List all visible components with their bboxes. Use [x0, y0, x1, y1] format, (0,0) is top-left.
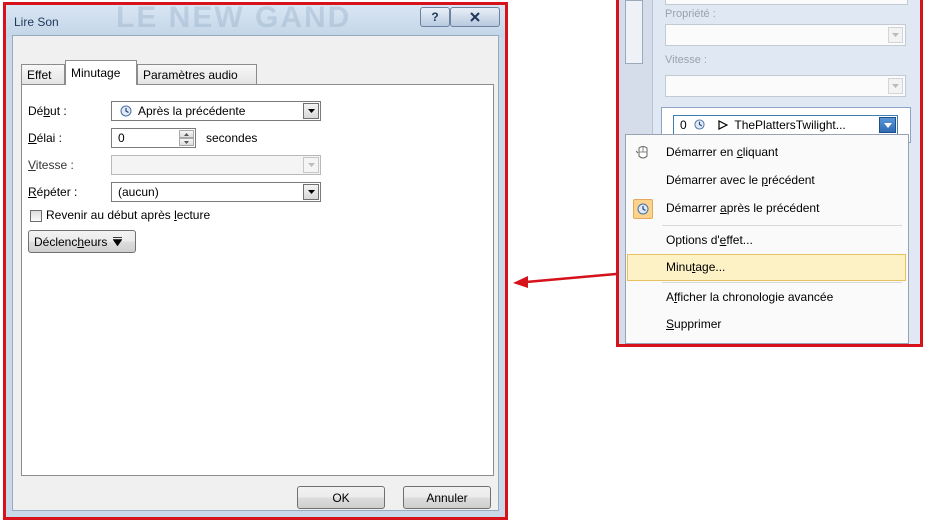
- top-combo-remnant: [665, 0, 908, 5]
- dialog-title: Lire Son: [14, 15, 59, 29]
- menu-separator: [662, 282, 902, 283]
- delay-input[interactable]: 0: [111, 128, 196, 148]
- menu-item-remove[interactable]: Supprimer: [627, 311, 906, 338]
- repeat-value: (aucun): [118, 185, 159, 199]
- tab-effet[interactable]: Effet: [21, 64, 65, 84]
- property-dropdown-button[interactable]: [888, 27, 903, 43]
- menu-item-label: Démarrer après le précédent: [666, 201, 820, 215]
- ok-label: OK: [332, 490, 350, 505]
- cancel-button[interactable]: Annuler: [403, 486, 491, 509]
- speed-dropdown-button[interactable]: [303, 157, 319, 173]
- title-watermark: LE NEW GAND: [116, 1, 352, 34]
- mouse-icon: [633, 143, 653, 163]
- start-dropdown-button[interactable]: [303, 103, 319, 119]
- speed-pane-dropdown-button[interactable]: [888, 78, 903, 94]
- spin-down-button[interactable]: [179, 138, 194, 146]
- menu-separator: [662, 225, 902, 226]
- triggers-button[interactable]: Déclencheurs: [28, 230, 136, 253]
- start-label: Début :: [28, 104, 67, 118]
- menu-item-label: Minutage...: [666, 260, 726, 274]
- delay-label: Délai :: [28, 131, 63, 145]
- clock-icon: [120, 105, 132, 117]
- tab-minutage[interactable]: Minutage: [65, 60, 137, 85]
- menu-item-effect-options[interactable]: Options d'effet...: [627, 227, 906, 254]
- chevron-down-icon: [307, 190, 315, 194]
- chevron-down-icon: [184, 140, 189, 144]
- menu-item-label: Démarrer avec le précédent: [666, 173, 815, 187]
- play-icon: [718, 120, 729, 130]
- tab-label: Minutage: [71, 66, 121, 80]
- menu-item-start-with-previous[interactable]: Démarrer avec le précédent: [627, 167, 906, 194]
- animation-list-item[interactable]: 0 ThePlattersTwilight...: [673, 115, 898, 135]
- repeat-select[interactable]: (aucun): [111, 182, 321, 202]
- chevron-down-icon: [892, 33, 899, 37]
- tab-label: Paramètres audio: [143, 68, 238, 82]
- menu-item-show-advanced-timeline[interactable]: Afficher la chronologie avancée: [627, 284, 906, 311]
- delay-spinner[interactable]: [179, 130, 194, 146]
- double-chevron-down-icon: [113, 237, 123, 246]
- spin-up-button[interactable]: [179, 130, 194, 138]
- chevron-up-icon: [184, 132, 189, 136]
- speed-pane-label: Vitesse :: [665, 54, 707, 66]
- dialog-titlebar[interactable]: LE NEW GAND Lire Son ?: [6, 1, 505, 37]
- scrollbar-thumb[interactable]: [625, 0, 643, 64]
- dialog-body: Effet Minutage Paramètres audio Début : …: [12, 35, 499, 511]
- clock-icon: [633, 199, 653, 219]
- menu-item-start-on-click[interactable]: Démarrer en cliquant: [627, 139, 906, 166]
- repeat-label: Répéter :: [28, 185, 78, 199]
- chevron-down-icon: [892, 84, 899, 88]
- tab-parametres-audio[interactable]: Paramètres audio: [137, 64, 257, 84]
- cancel-label: Annuler: [426, 490, 468, 505]
- menu-item-label: Afficher la chronologie avancée: [666, 290, 834, 304]
- speed-select[interactable]: [111, 155, 321, 175]
- custom-animation-pane: Propriété : Vitesse : 0 ThePlattersTwili…: [616, 0, 923, 347]
- delay-value: 0: [118, 131, 125, 145]
- animation-dropdown-button[interactable]: [879, 117, 896, 133]
- timing-tab-page: Début : Après la précédente Délai : 0 se…: [21, 84, 494, 476]
- delay-unit: secondes: [206, 131, 258, 145]
- menu-item-start-after-previous[interactable]: Démarrer après le précédent: [627, 195, 906, 222]
- chevron-down-icon: [307, 163, 315, 167]
- start-select[interactable]: Après la précédente: [111, 101, 321, 121]
- property-select[interactable]: [665, 24, 906, 46]
- speed-pane-select[interactable]: [665, 75, 906, 97]
- menu-item-label: Options d'effet...: [666, 233, 753, 247]
- pointer-arrow: [513, 272, 617, 288]
- rewind-checkbox[interactable]: [30, 210, 42, 222]
- context-menu: Démarrer en cliquant Démarrer avec le pr…: [625, 134, 909, 344]
- speed-label: Vitesse :: [28, 158, 74, 172]
- animation-name: ThePlattersTwilight...: [734, 118, 846, 132]
- chevron-down-icon: [307, 109, 315, 113]
- menu-item-label: Supprimer: [666, 317, 722, 331]
- timing-dialog: LE NEW GAND Lire Son ? Effet Minutage Pa…: [3, 1, 508, 520]
- menu-item-timing[interactable]: Minutage...: [627, 254, 906, 281]
- start-value: Après la précédente: [138, 104, 246, 118]
- ok-button[interactable]: OK: [297, 486, 385, 509]
- menu-item-label: Démarrer en cliquant: [666, 145, 779, 159]
- close-icon: [470, 12, 480, 22]
- property-label: Propriété :: [665, 8, 716, 20]
- triggers-label: Déclencheurs: [34, 234, 108, 249]
- tab-label: Effet: [27, 68, 52, 82]
- rewind-label: Revenir au début après lecture: [46, 208, 211, 222]
- chevron-down-icon: [883, 122, 892, 128]
- help-icon: ?: [431, 10, 439, 24]
- repeat-dropdown-button[interactable]: [303, 184, 319, 200]
- help-button[interactable]: ?: [420, 7, 450, 27]
- clock-icon: [694, 119, 705, 130]
- animation-order: 0: [680, 118, 687, 132]
- close-button[interactable]: [450, 7, 500, 27]
